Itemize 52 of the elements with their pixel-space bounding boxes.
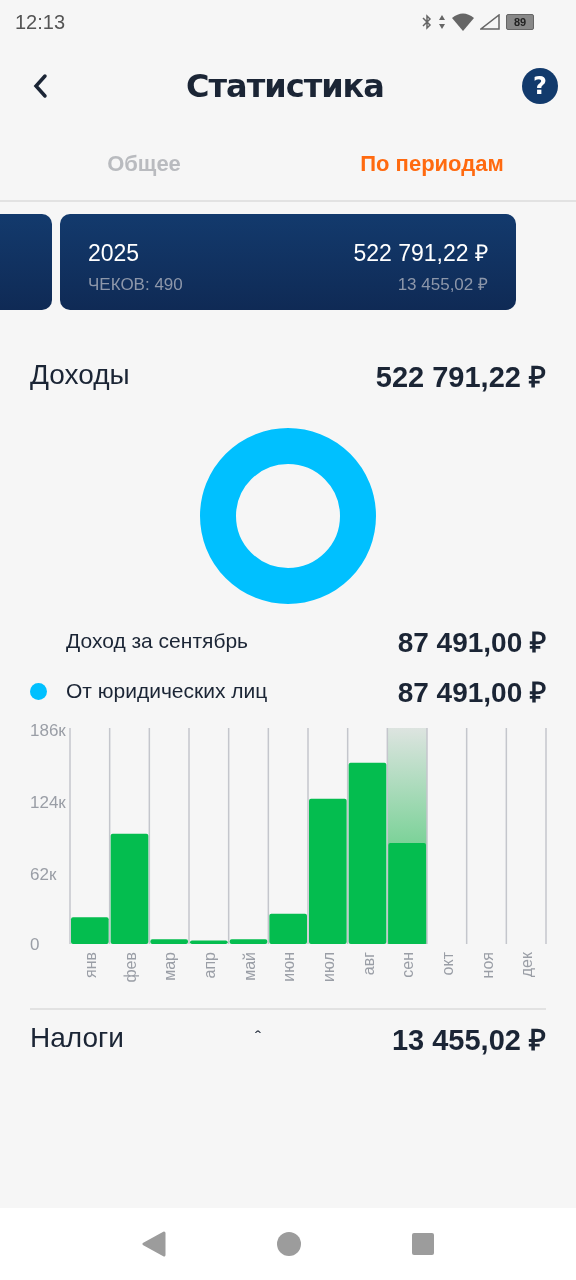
axis-label: фев (121, 952, 139, 983)
battery-level: 89 (513, 16, 527, 28)
period-year: 2025 (88, 240, 140, 267)
bluetooth-icon (422, 14, 432, 30)
axis-label: окт (438, 952, 456, 976)
bar[interactable] (269, 913, 307, 944)
axis-label: июн (280, 952, 298, 982)
month-income-label: Доход за сентябрь (66, 629, 249, 653)
bar[interactable] (71, 917, 109, 944)
income-title: Доходы (30, 359, 130, 391)
bar[interactable] (229, 939, 268, 944)
axis-label: 186к (30, 721, 66, 740)
bar[interactable] (348, 762, 387, 944)
axis-label: 62к (30, 865, 57, 884)
axis-label: июл (319, 952, 337, 982)
axis-label: мар (161, 952, 179, 981)
axis-label: авг (359, 952, 377, 976)
axis-label: ноя (478, 952, 496, 979)
taxes-amount: 13 455,02 ₽ (391, 1022, 546, 1058)
wifi-icon (452, 13, 474, 31)
bar[interactable] (388, 842, 426, 944)
income-total: 522 791,22 ₽ (375, 359, 546, 395)
caret-icon[interactable]: ˆ (254, 1027, 261, 1049)
data-arrows-icon (438, 14, 446, 30)
home-nav-icon[interactable] (276, 1231, 302, 1257)
axis-label: апр (200, 952, 218, 979)
axis-label: дек (518, 952, 536, 978)
axis-label: сен (399, 952, 417, 978)
month-income-amount: 87 491,00 ₽ (397, 626, 546, 660)
legend-label: От юридических лиц (66, 679, 268, 703)
receipt-count: ЧЕКОВ: 490 (88, 275, 183, 295)
period-card[interactable] (0, 214, 52, 310)
recents-nav-icon[interactable] (412, 1233, 434, 1255)
bar[interactable] (150, 939, 188, 944)
bar[interactable] (110, 833, 149, 944)
period-tax: 13 455,02 ₽ (397, 274, 488, 295)
axis-label: янв (81, 952, 99, 978)
bar[interactable] (309, 798, 347, 944)
period-income: 522 791,22 ₽ (353, 239, 488, 268)
period-card[interactable]: 2025 522 791,22 ₽ ЧЕКОВ: 490 13 455,02 ₽ (60, 214, 516, 310)
bar[interactable] (190, 940, 228, 944)
back-icon[interactable] (32, 73, 48, 99)
legend-amount: 87 491,00 ₽ (397, 676, 546, 710)
axis-label: 124к (30, 793, 66, 812)
signal-icon (480, 14, 500, 30)
axis-label: май (240, 952, 258, 981)
axis-label: 0 (30, 935, 40, 954)
taxes-title: Налоги (30, 1022, 124, 1054)
back-nav-icon[interactable] (142, 1231, 166, 1257)
screen-title: Статистика (186, 67, 384, 105)
help-button[interactable]: ? (522, 68, 558, 104)
clock: 12:13 (15, 10, 66, 34)
